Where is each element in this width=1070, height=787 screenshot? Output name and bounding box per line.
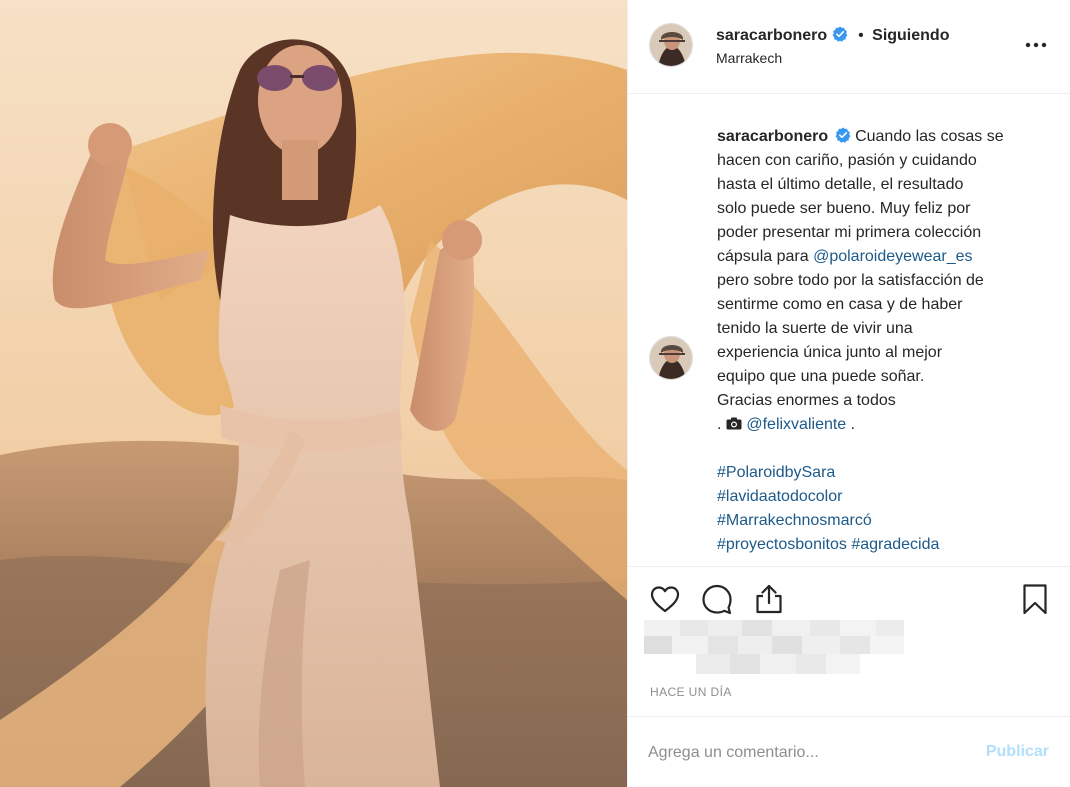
caption-text: equipo que una puede soñar. (717, 368, 925, 385)
hashtag-link[interactable]: #agradecida (851, 536, 939, 553)
comment-input[interactable] (648, 739, 968, 767)
post-header: saracarbonero • Siguiendo Marrakech (628, 0, 1070, 94)
caption-text: pero sobre todo por la satisfacción de (717, 272, 984, 289)
comment-box: Publicar (628, 716, 1070, 787)
caption-text: cápsula para (717, 248, 809, 265)
caption-text: Gracias enormes a todos (717, 392, 896, 409)
heart-icon[interactable] (648, 582, 682, 616)
caption-section: saracarbonero Cuando las cosas se hacen … (628, 95, 1070, 567)
comment-bubble-icon[interactable] (700, 582, 734, 616)
avatar[interactable] (649, 23, 693, 67)
woman-in-desert-photo (0, 0, 627, 787)
more-horizontal-icon[interactable] (1023, 36, 1049, 54)
hashtag-link[interactable]: #proyectosbonitos (717, 536, 847, 553)
camera-icon (726, 417, 742, 430)
location-link[interactable]: Marrakech (716, 50, 782, 66)
caption-text: . (850, 416, 856, 433)
caption-username[interactable]: saracarbonero (717, 128, 828, 145)
caption-text: hasta el último detalle, el resultado (717, 176, 964, 193)
post-photo[interactable] (0, 0, 627, 787)
post-timestamp[interactable]: HACE UN DÍA (650, 685, 732, 699)
user-avatar-icon (650, 24, 692, 66)
caption-avatar[interactable] (649, 336, 693, 380)
caption-text: tenido la suerte de vivir una (717, 320, 913, 337)
action-bar (628, 568, 1070, 628)
caption-text: Cuando las cosas se (855, 128, 1004, 145)
verified-badge-icon (835, 127, 851, 143)
hashtag-link[interactable]: #Marrakechnosmarcó (717, 509, 1047, 533)
publish-button[interactable]: Publicar (986, 743, 1049, 761)
hashtag-link[interactable]: #lavidaatodocolor (717, 485, 1047, 509)
share-upload-icon[interactable] (752, 582, 786, 616)
caption-text: solo puede ser bueno. Muy feliz por (717, 200, 971, 217)
separator-dot: • (858, 27, 864, 44)
caption-text: experiencia única junto al mejor (717, 344, 943, 361)
post-side-panel: saracarbonero • Siguiendo Marrakech sara… (627, 0, 1070, 787)
caption-text: hacen con cariño, pasión y cuidando (717, 152, 977, 169)
caption-text: poder presentar mi primera colección (717, 224, 982, 241)
hashtag-link[interactable]: #PolaroidbySara (717, 461, 1047, 485)
following-button[interactable]: Siguiendo (872, 27, 949, 44)
post-author: saracarbonero • Siguiendo (716, 26, 949, 45)
mention-link-polaroid[interactable]: @polaroideyewear_es (813, 248, 972, 265)
username-link[interactable]: saracarbonero (716, 27, 827, 44)
verified-badge-icon (832, 26, 848, 42)
user-avatar-icon (650, 337, 692, 379)
likes-redacted-area (644, 620, 904, 678)
caption-text: . (717, 416, 722, 433)
post-caption: saracarbonero Cuando las cosas se hacen … (717, 125, 1047, 557)
caption-text: sentirme como en casa y de haber (717, 296, 963, 313)
mention-link-felixvaliente[interactable]: @felixvaliente (746, 416, 846, 433)
bookmark-icon[interactable] (1018, 582, 1052, 616)
